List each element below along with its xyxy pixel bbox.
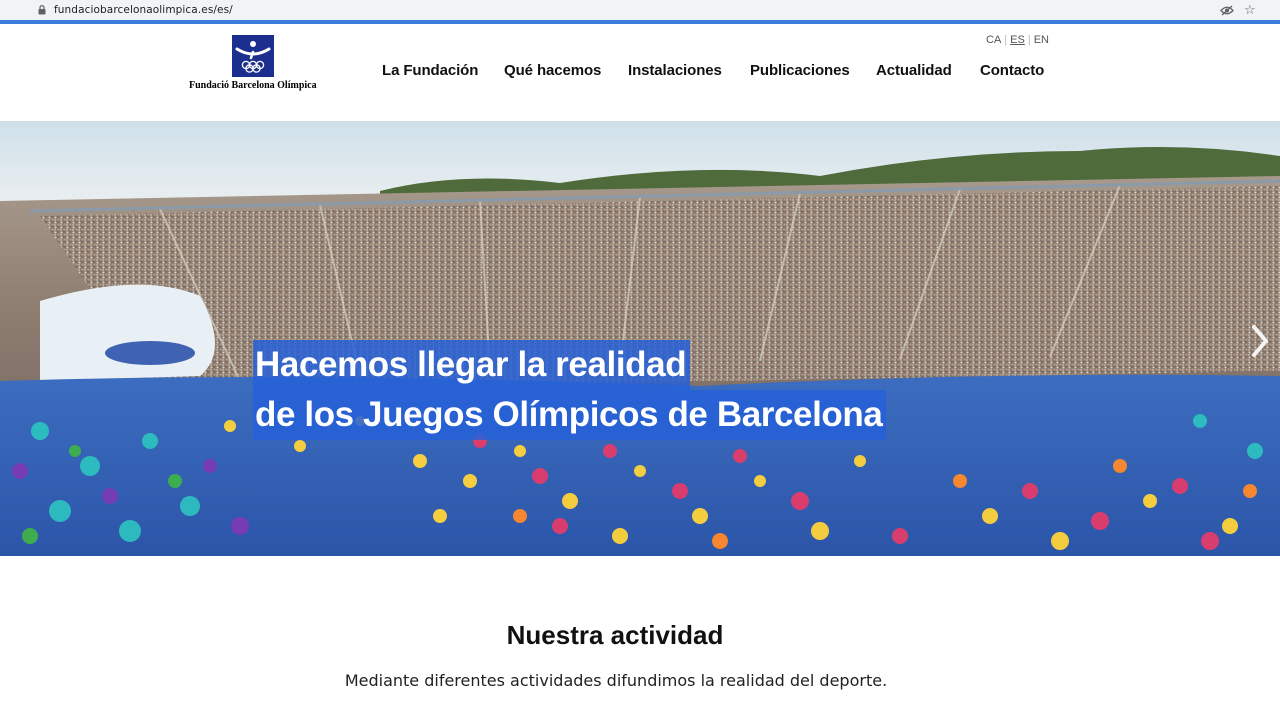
nav-publicaciones[interactable]: Publicaciones <box>750 62 850 79</box>
nav-que-hacemos[interactable]: Qué hacemos <box>504 62 601 79</box>
hero-caption-line-2: de los Juegos Olímpicos de Barcelona <box>253 390 887 440</box>
browser-toolbar: fundaciobarcelonaolimpica.es/es/ ☆ <box>0 0 1280 20</box>
lang-es[interactable]: ES <box>1010 34 1025 46</box>
hero-stadium-image <box>0 121 1280 556</box>
chevron-right-icon[interactable] <box>1248 321 1272 361</box>
hero-caption-line-1: Hacemos llegar la realidad <box>253 340 691 390</box>
nav-la-fundacion[interactable]: La Fundación <box>382 62 478 79</box>
nav-contacto[interactable]: Contacto <box>980 62 1044 79</box>
url-text[interactable]: fundaciobarcelonaolimpica.es/es/ <box>54 4 233 16</box>
hero-caption: Hacemos llegar la realidad de los Juegos… <box>253 340 887 440</box>
main-navigation: La Fundación Qué hacemos Instalaciones P… <box>0 62 1280 82</box>
language-switcher: CA | ES | EN <box>986 34 1049 46</box>
lang-ca[interactable]: CA <box>986 34 1001 46</box>
lock-icon <box>38 5 46 15</box>
nav-actualidad[interactable]: Actualidad <box>876 62 952 79</box>
activity-description: Mediante diferentes actividades difundim… <box>344 671 888 690</box>
activity-title: Nuestra actividad <box>506 620 724 650</box>
nav-instalaciones[interactable]: Instalaciones <box>628 62 722 79</box>
hero-slider: Hacemos llegar la realidad de los Juegos… <box>0 121 1280 556</box>
bookmark-star-icon[interactable]: ☆ <box>1244 3 1256 17</box>
lang-en[interactable]: EN <box>1034 34 1049 46</box>
eye-off-icon[interactable] <box>1220 5 1234 16</box>
